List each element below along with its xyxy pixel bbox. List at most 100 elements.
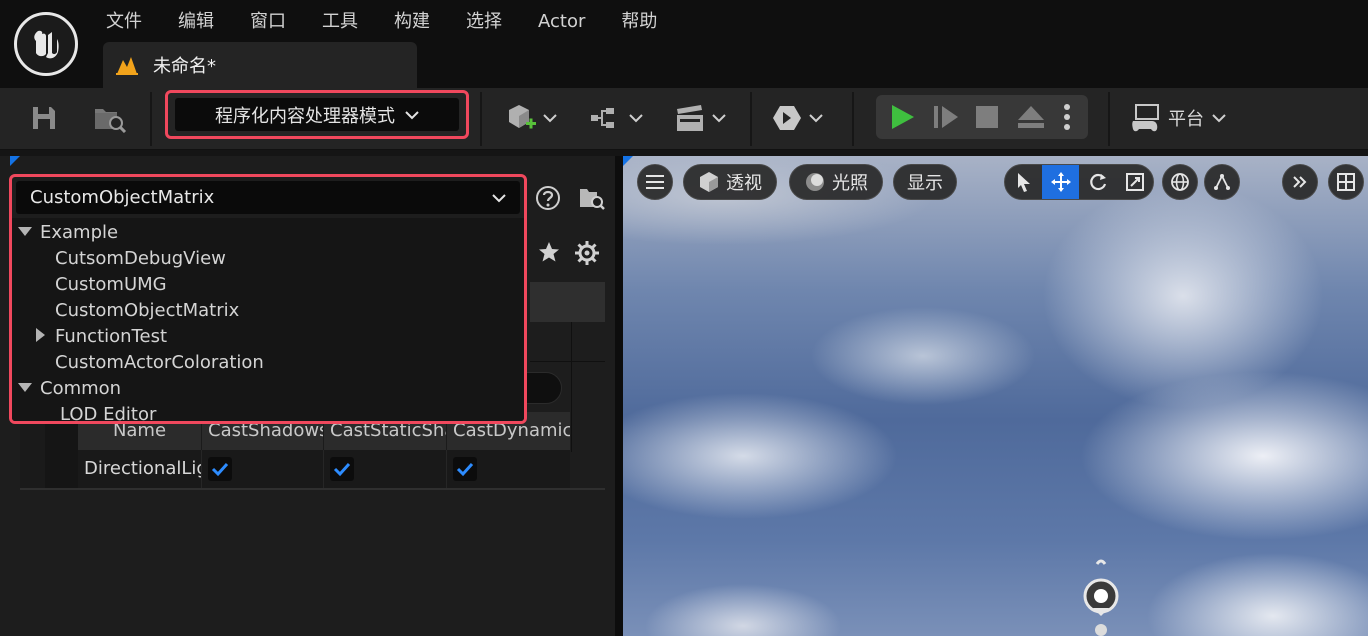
row-name-cell: DirectionalLight <box>78 450 202 488</box>
chevron-down-icon <box>492 194 506 203</box>
expand-toolbar-button[interactable] <box>1282 164 1318 200</box>
menu-select[interactable]: 选择 <box>448 6 520 38</box>
folder-search-icon <box>580 189 605 210</box>
platform-button[interactable]: 平台 <box>1130 96 1226 140</box>
chevron-down-icon <box>405 110 419 119</box>
tree-item-customactorcoloration[interactable]: CustomActorColoration <box>55 350 264 376</box>
settings-button[interactable] <box>574 240 600 266</box>
platform-label: 平台 <box>1168 109 1204 130</box>
menu-edit[interactable]: 编辑 <box>160 6 232 38</box>
step-forward-icon <box>934 106 958 128</box>
play-button[interactable] <box>888 103 916 136</box>
help-button[interactable] <box>535 185 561 211</box>
save-button[interactable] <box>24 96 64 140</box>
perspective-label: 透视 <box>726 173 762 194</box>
eject-icon <box>1018 106 1044 128</box>
checkmark-icon <box>456 462 474 477</box>
menu-tools[interactable]: 工具 <box>304 6 376 38</box>
tree-group-common[interactable]: Common <box>18 376 121 402</box>
clapperboard-icon <box>677 105 703 131</box>
chevron-down-icon <box>809 114 823 123</box>
select-tool-button[interactable] <box>1005 165 1042 199</box>
browse-button[interactable] <box>578 184 608 210</box>
viewport-menu-button[interactable] <box>637 164 673 200</box>
globe-icon <box>1171 173 1189 191</box>
level-viewport[interactable]: 透视 光照 显示 <box>623 156 1368 636</box>
menu-build[interactable]: 构建 <box>376 6 448 38</box>
mode-select-icon <box>773 106 801 130</box>
level-tab-label: 未命名* <box>153 56 216 77</box>
checkmark-icon <box>211 462 229 477</box>
level-tab[interactable]: 未命名* <box>103 42 417 88</box>
layout-grid-icon <box>1337 173 1355 191</box>
matrix-selector-dropdown: CustomObjectMatrix Example CutsomDebugVi… <box>9 174 527 424</box>
gamepad-monitor-icon <box>1132 104 1159 132</box>
chevron-down-icon <box>712 114 726 123</box>
content-browser-button[interactable] <box>88 96 132 140</box>
hamburger-menu-icon <box>646 175 664 189</box>
viewport-layout-button[interactable] <box>1328 164 1364 200</box>
matrix-selector-combo[interactable]: CustomObjectMatrix <box>16 181 520 214</box>
cinematics-button[interactable] <box>670 96 730 140</box>
stop-button[interactable] <box>975 105 999 134</box>
table-row[interactable]: DirectionalLight <box>78 450 570 488</box>
tree-item-customobjectmatrix[interactable]: CustomObjectMatrix <box>55 298 239 324</box>
world-local-toggle[interactable] <box>1162 164 1198 200</box>
play-icon <box>892 105 914 129</box>
tree-item-customumg[interactable]: CustomUMG <box>55 272 167 298</box>
move-arrows-icon <box>1050 172 1071 192</box>
eject-button[interactable] <box>1016 104 1046 135</box>
show-label: 显示 <box>907 173 943 194</box>
cast-static-shadow-checkbox[interactable] <box>330 457 354 481</box>
menu-file[interactable]: 文件 <box>88 6 160 38</box>
cast-shadows-cell <box>202 450 324 488</box>
rotate-tool-button[interactable] <box>1079 165 1116 199</box>
panel-splitter[interactable] <box>615 156 623 636</box>
cube-add-icon <box>509 105 536 129</box>
transform-tools <box>1004 164 1154 200</box>
matrix-selector-value: CustomObjectMatrix <box>30 187 215 208</box>
row-divider <box>530 361 605 362</box>
play-options-button[interactable] <box>1062 103 1072 136</box>
more-vertical-icon <box>1064 104 1070 130</box>
mode-dropdown-highlight: 程序化内容处理器模式 <box>165 90 469 139</box>
menu-help[interactable]: 帮助 <box>603 6 675 38</box>
add-actor-button[interactable] <box>500 96 562 140</box>
menu-bar: 文件 编辑 窗口 工具 构建 选择 Actor 帮助 <box>88 6 675 38</box>
tree-group-label: Example <box>40 222 119 243</box>
rotate-icon <box>1089 173 1106 191</box>
move-tool-button[interactable] <box>1042 165 1079 199</box>
favorite-button[interactable] <box>538 241 564 267</box>
save-icon <box>33 107 55 129</box>
lighting-button[interactable]: 光照 <box>789 164 883 200</box>
advance-frame-button[interactable] <box>932 104 960 135</box>
scale-tool-button[interactable] <box>1116 165 1153 199</box>
title-bar: 文件 编辑 窗口 工具 构建 选择 Actor 帮助 未命名* <box>0 0 1368 88</box>
tree-item-functiontest[interactable]: FunctionTest <box>36 324 167 350</box>
lit-sphere-icon <box>806 173 824 191</box>
menu-window[interactable]: 窗口 <box>232 6 304 38</box>
tree-item-lod-editor[interactable]: LOD Editor <box>60 402 156 421</box>
star-icon <box>539 242 559 262</box>
directional-light-icon[interactable] <box>1081 556 1121 636</box>
blueprint-button[interactable] <box>586 96 646 140</box>
viewport-tab-corner <box>623 156 633 166</box>
cast-dynamic-shadow-checkbox[interactable] <box>453 457 477 481</box>
tree-group-example[interactable]: Example <box>18 220 118 246</box>
cast-shadows-checkbox[interactable] <box>208 457 232 481</box>
tree-item-cutsomdebugview[interactable]: CutsomDebugView <box>55 246 226 272</box>
perspective-button[interactable]: 透视 <box>683 164 777 200</box>
menu-actor[interactable]: Actor <box>520 6 603 38</box>
mode-dropdown-label: 程序化内容处理器模式 <box>215 105 395 127</box>
toolbar-separator <box>150 92 152 146</box>
unreal-logo-icon[interactable] <box>14 12 78 76</box>
panel-tab-corner <box>10 156 20 166</box>
toolbar-separator <box>852 92 854 146</box>
help-icon <box>536 186 560 210</box>
expand-arrow-icon <box>18 226 32 236</box>
mode-dropdown[interactable]: 程序化内容处理器模式 <box>175 98 459 131</box>
show-button[interactable]: 显示 <box>893 164 957 200</box>
surface-snapping-button[interactable] <box>1204 164 1240 200</box>
cube-icon <box>700 172 718 192</box>
modes-button[interactable] <box>766 96 828 140</box>
